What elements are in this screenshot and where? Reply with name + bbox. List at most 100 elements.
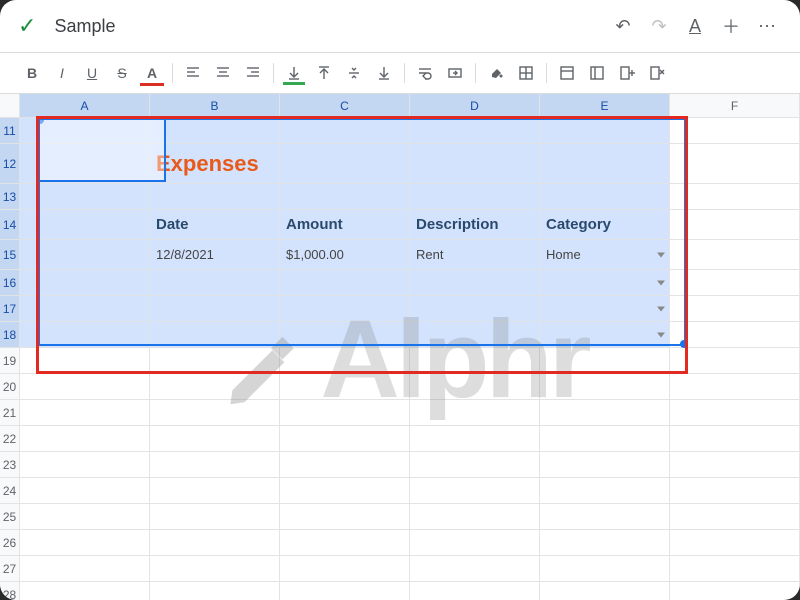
cell-B12[interactable]: Expenses — [150, 144, 280, 184]
valign-bottom-button[interactable] — [280, 59, 308, 87]
cell-B16[interactable] — [150, 270, 280, 296]
row-header[interactable]: 12 — [0, 144, 20, 184]
cell-D20[interactable] — [410, 374, 540, 400]
cell-B24[interactable] — [150, 478, 280, 504]
cell-D24[interactable] — [410, 478, 540, 504]
cell-D17[interactable] — [410, 296, 540, 322]
cell-C11[interactable] — [280, 118, 410, 144]
cell-A23[interactable] — [20, 452, 150, 478]
cell-A15[interactable] — [20, 240, 150, 270]
cell-D25[interactable] — [410, 504, 540, 530]
row-header[interactable]: 17 — [0, 296, 20, 322]
insert-col-button[interactable] — [613, 59, 641, 87]
cell-B25[interactable] — [150, 504, 280, 530]
cell-B18[interactable] — [150, 322, 280, 348]
valign-bottom2-button[interactable] — [370, 59, 398, 87]
col-header-E[interactable]: E — [540, 94, 670, 117]
cell-A12[interactable] — [20, 144, 150, 184]
undo-button[interactable]: ↶ — [608, 11, 638, 41]
borders-button[interactable] — [512, 59, 540, 87]
cell-F21[interactable] — [670, 400, 800, 426]
cell-A27[interactable] — [20, 556, 150, 582]
col-header-C[interactable]: C — [280, 94, 410, 117]
cell-F18[interactable] — [670, 322, 800, 348]
text-format-button[interactable]: A — [680, 11, 710, 41]
cell-E27[interactable] — [540, 556, 670, 582]
cell-C13[interactable] — [280, 184, 410, 210]
fill-color-button[interactable] — [482, 59, 510, 87]
italic-button[interactable]: I — [48, 59, 76, 87]
dropdown-icon[interactable] — [657, 280, 665, 285]
cell-C26[interactable] — [280, 530, 410, 556]
cell-E23[interactable] — [540, 452, 670, 478]
cell-F13[interactable] — [670, 184, 800, 210]
cell-A11[interactable] — [20, 118, 150, 144]
cell-F27[interactable] — [670, 556, 800, 582]
cell-A22[interactable] — [20, 426, 150, 452]
cell-A25[interactable] — [20, 504, 150, 530]
col-header-D[interactable]: D — [410, 94, 540, 117]
cell-F22[interactable] — [670, 426, 800, 452]
cell-A14[interactable] — [20, 210, 150, 240]
dropdown-icon[interactable] — [657, 306, 665, 311]
cell-E12[interactable] — [540, 144, 670, 184]
col-header-F[interactable]: F — [670, 94, 800, 117]
cell-D12[interactable] — [410, 144, 540, 184]
row-header[interactable]: 19 — [0, 348, 20, 374]
row-header[interactable]: 20 — [0, 374, 20, 400]
cell-C19[interactable] — [280, 348, 410, 374]
row-header[interactable]: 15 — [0, 240, 20, 270]
cell-C28[interactable] — [280, 582, 410, 600]
cell-C12[interactable] — [280, 144, 410, 184]
cell-F28[interactable] — [670, 582, 800, 600]
wrap-button[interactable] — [411, 59, 439, 87]
align-left-button[interactable] — [179, 59, 207, 87]
cell-F24[interactable] — [670, 478, 800, 504]
cell-E11[interactable] — [540, 118, 670, 144]
delete-col-button[interactable] — [643, 59, 671, 87]
dropdown-icon[interactable] — [657, 332, 665, 337]
cell-E20[interactable] — [540, 374, 670, 400]
cell-B15[interactable]: 12/8/2021 — [150, 240, 280, 270]
cell-D21[interactable] — [410, 400, 540, 426]
cell-A18[interactable] — [20, 322, 150, 348]
row-header[interactable]: 26 — [0, 530, 20, 556]
cell-F12[interactable] — [670, 144, 800, 184]
cell-E16[interactable] — [540, 270, 670, 296]
cell-D28[interactable] — [410, 582, 540, 600]
cell-A17[interactable] — [20, 296, 150, 322]
cell-F23[interactable] — [670, 452, 800, 478]
cell-B17[interactable] — [150, 296, 280, 322]
cell-F14[interactable] — [670, 210, 800, 240]
cell-F19[interactable] — [670, 348, 800, 374]
cell-E28[interactable] — [540, 582, 670, 600]
row-header[interactable]: 24 — [0, 478, 20, 504]
select-all-corner[interactable] — [0, 94, 20, 117]
cell-B23[interactable] — [150, 452, 280, 478]
row-header[interactable]: 23 — [0, 452, 20, 478]
dropdown-icon[interactable] — [657, 252, 665, 257]
cell-A21[interactable] — [20, 400, 150, 426]
redo-button[interactable]: ↷ — [644, 11, 674, 41]
cell-E15[interactable]: Home — [540, 240, 670, 270]
cell-C24[interactable] — [280, 478, 410, 504]
align-right-button[interactable] — [239, 59, 267, 87]
col-header-A[interactable]: A — [20, 94, 150, 117]
row-header[interactable]: 28 — [0, 582, 20, 600]
row-header[interactable]: 21 — [0, 400, 20, 426]
row-header[interactable]: 14 — [0, 210, 20, 240]
cell-F17[interactable] — [670, 296, 800, 322]
cell-F11[interactable] — [670, 118, 800, 144]
add-button[interactable]: ＋ — [716, 11, 746, 41]
valign-middle-button[interactable] — [340, 59, 368, 87]
cell-E14[interactable]: Category — [540, 210, 670, 240]
cell-C20[interactable] — [280, 374, 410, 400]
valign-top-button[interactable] — [310, 59, 338, 87]
cell-B22[interactable] — [150, 426, 280, 452]
row-header[interactable]: 25 — [0, 504, 20, 530]
cell-C27[interactable] — [280, 556, 410, 582]
cell-B19[interactable] — [150, 348, 280, 374]
cell-B28[interactable] — [150, 582, 280, 600]
row-header[interactable]: 22 — [0, 426, 20, 452]
autofilter-button[interactable] — [583, 59, 611, 87]
